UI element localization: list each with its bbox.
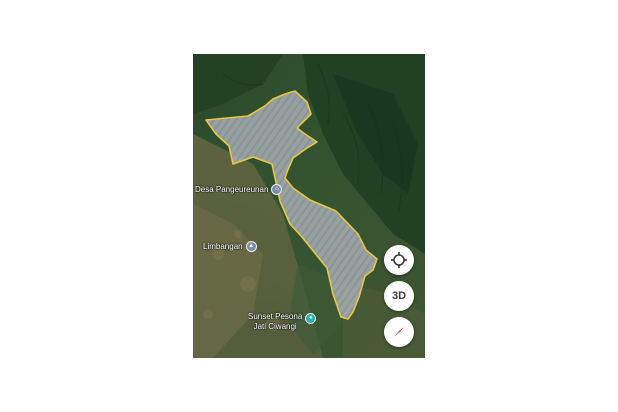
- satellite-map[interactable]: Desa Pangeureunan ⌂ Limbangan ▲ Sunset P…: [193, 54, 425, 358]
- place-limbangan[interactable]: Limbangan ▲: [203, 241, 257, 252]
- school-pin-icon[interactable]: ▲: [245, 241, 257, 252]
- place-desa-pangeureunan[interactable]: Desa Pangeureunan ⌂: [195, 184, 283, 195]
- page: Desa Pangeureunan ⌂ Limbangan ▲ Sunset P…: [0, 0, 618, 412]
- 3d-toggle-button[interactable]: 3D: [384, 281, 414, 311]
- 3d-label: 3D: [391, 290, 407, 302]
- place-sunset-pesona-jati-ciwangi[interactable]: Sunset Pesona Jati Ciwangi ●: [248, 312, 317, 332]
- place-label: Limbangan: [203, 241, 243, 251]
- place-label-line1: Sunset Pesona: [248, 312, 303, 321]
- village-pin-icon[interactable]: ⌂: [271, 184, 283, 195]
- compass-button[interactable]: [384, 317, 414, 347]
- crosshair-icon: [391, 252, 407, 268]
- my-location-button[interactable]: [384, 245, 414, 275]
- place-label: Sunset Pesona Jati Ciwangi: [248, 312, 302, 332]
- place-label: Desa Pangeureunan: [195, 184, 269, 194]
- compass-icon: [394, 327, 404, 337]
- place-label-line2: Jati Ciwangi: [253, 322, 297, 331]
- camera-pin-icon[interactable]: ●: [305, 312, 317, 324]
